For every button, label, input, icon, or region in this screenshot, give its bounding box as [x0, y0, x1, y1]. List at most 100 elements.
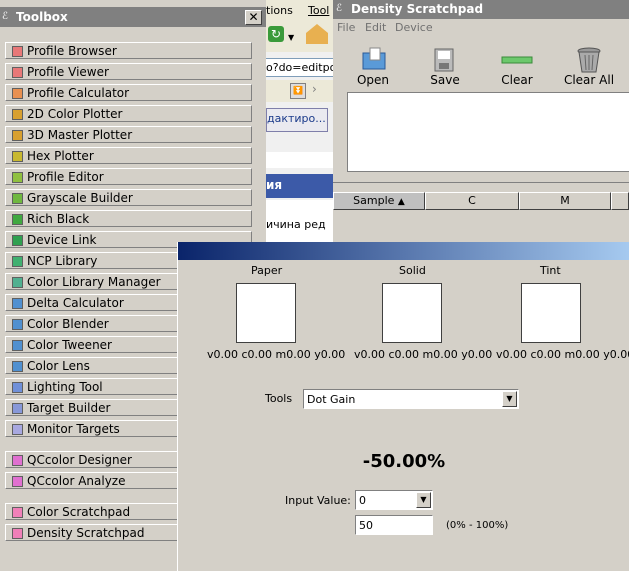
tool-color-icon: [12, 382, 23, 393]
chevron-down-icon[interactable]: ▼: [502, 391, 517, 407]
toolbox-item[interactable]: Profile Calculator: [5, 84, 252, 101]
close-button[interactable]: ✕: [245, 10, 262, 25]
scratchpad-titlebar[interactable]: ℰ Density Scratchpad: [333, 0, 629, 19]
toolbox-item-label: QCcolor Analyze: [27, 474, 126, 488]
open-button[interactable]: Open: [345, 47, 401, 91]
paper-swatch[interactable]: [236, 283, 296, 343]
toolbox-item[interactable]: Rich Black: [5, 210, 252, 227]
tint-values: v0.00 c0.00 m0.00 y0.00: [496, 348, 629, 361]
toolbox-item-label: Density Scratchpad: [27, 526, 145, 540]
clear-all-button[interactable]: Clear All: [561, 47, 617, 91]
input-value-label: Input Value:: [285, 494, 351, 507]
toolbox-item-label: Color Tweener: [27, 338, 112, 352]
save-button[interactable]: Save: [417, 47, 473, 91]
tint-swatch[interactable]: [521, 283, 581, 343]
column-c[interactable]: C: [425, 192, 519, 210]
tool-color-icon: [12, 214, 23, 225]
density-scratchpad-window: ℰ Density Scratchpad File Edit Device Op…: [333, 0, 629, 245]
toolbox-item-label: Profile Viewer: [27, 65, 109, 79]
edit-link-box[interactable]: дактиро...: [266, 108, 328, 132]
menu-tools[interactable]: Tool: [308, 4, 329, 17]
double-arrow-icon[interactable]: ⏬: [290, 83, 306, 99]
clear-icon: [501, 56, 533, 64]
toolbox-title: Toolbox: [16, 10, 68, 24]
save-icon: [434, 48, 454, 72]
toolbox-item[interactable]: Hex Plotter: [5, 147, 252, 164]
clear-all-label: Clear All: [563, 73, 615, 87]
menu-options[interactable]: tions: [266, 4, 293, 17]
sort-up-icon: ▲: [397, 197, 405, 207]
toolbox-titlebar[interactable]: ℰ Toolbox ✕: [0, 7, 266, 27]
dropdown-arrow-icon[interactable]: ▼: [288, 33, 294, 42]
toolbox-item[interactable]: Profile Viewer: [5, 63, 252, 80]
tool-color-icon: [12, 319, 23, 330]
trash-can-icon: [577, 47, 601, 73]
toolbox-item-label: Monitor Targets: [27, 422, 120, 436]
input-value-field[interactable]: 50: [355, 515, 433, 535]
tool-color-icon: [12, 46, 23, 57]
toolbox-item-label: NCP Library: [27, 254, 98, 268]
tool-color-icon: [12, 151, 23, 162]
toolbox-item[interactable]: 2D Color Plotter: [5, 105, 252, 122]
menu-edit[interactable]: Edit: [365, 21, 386, 34]
tool-color-icon: [12, 193, 23, 204]
toolbox-item[interactable]: 3D Master Plotter: [5, 126, 252, 143]
edit-link[interactable]: дактиро...: [267, 112, 326, 125]
solid-swatch[interactable]: [382, 283, 442, 343]
dot-gain-titlebar[interactable]: [178, 242, 629, 260]
save-label: Save: [430, 73, 460, 87]
toolbox-item-label: Lighting Tool: [27, 380, 103, 394]
menu-device[interactable]: Device: [395, 21, 433, 34]
toolbox-item-label: Color Blender: [27, 317, 109, 331]
input-value-text: 50: [359, 519, 373, 532]
tool-color-icon: [12, 340, 23, 351]
solid-values: v0.00 c0.00 m0.00 y0.00: [354, 348, 493, 361]
toolbox-item-label: Device Link: [27, 233, 97, 247]
column-extra[interactable]: [611, 192, 629, 210]
clear-button[interactable]: Clear: [489, 47, 545, 91]
solid-label: Solid: [399, 264, 426, 277]
tool-color-icon: [12, 528, 23, 539]
open-label: Open: [356, 73, 390, 87]
column-sample[interactable]: Sample ▲: [333, 192, 425, 210]
sample-list-area[interactable]: [347, 92, 629, 172]
chevron-right-icon[interactable]: ›: [312, 82, 317, 96]
address-bar[interactable]: o?do=editpo: [266, 58, 336, 77]
browser-toolbar: ↻ ▼: [266, 20, 334, 52]
toolbox-item-label: 3D Master Plotter: [27, 128, 133, 142]
content-body: ичина ред: [266, 200, 334, 244]
toolbox-item-label: Profile Calculator: [27, 86, 130, 100]
tool-color-icon: [12, 130, 23, 141]
toolbox-item-label: Target Builder: [27, 401, 111, 415]
home-icon[interactable]: [306, 24, 328, 44]
app-icon: ℰ: [2, 11, 9, 22]
column-sample-label: Sample: [353, 194, 395, 207]
toolbox-item-label: Hex Plotter: [27, 149, 94, 163]
tool-color-icon: [12, 424, 23, 435]
tool-color-icon: [12, 298, 23, 309]
tool-color-icon: [12, 277, 23, 288]
chevron-down-icon[interactable]: ▼: [416, 492, 431, 508]
toolbox-item-label: Profile Editor: [27, 170, 104, 184]
toolbox-item-label: Rich Black: [27, 212, 90, 226]
dot-gain-window: Paper v0.00 c0.00 m0.00 y0.00 Solid v0.0…: [177, 242, 629, 571]
tools-select[interactable]: Dot Gain ▼: [303, 389, 519, 409]
tool-color-icon: [12, 256, 23, 267]
tool-color-icon: [12, 361, 23, 372]
toolbox-item[interactable]: Profile Editor: [5, 168, 252, 185]
toolbox-item[interactable]: Profile Browser: [5, 42, 252, 59]
refresh-icon[interactable]: ↻: [268, 26, 284, 42]
tool-color-icon: [12, 172, 23, 183]
input-value-select[interactable]: 0 ▼: [355, 490, 433, 510]
menu-file[interactable]: File: [337, 21, 355, 34]
content-header: ия: [266, 174, 334, 198]
tools-select-value: Dot Gain: [307, 393, 356, 406]
toolbox-item[interactable]: Grayscale Builder: [5, 189, 252, 206]
paper-label: Paper: [251, 264, 283, 277]
tool-color-icon: [12, 235, 23, 246]
scratchpad-menubar: File Edit Device: [333, 19, 629, 37]
toolbox-item-label: Grayscale Builder: [27, 191, 133, 205]
toolbox-item-label: Profile Browser: [27, 44, 117, 58]
content-row: [266, 152, 334, 168]
column-m[interactable]: M: [519, 192, 611, 210]
